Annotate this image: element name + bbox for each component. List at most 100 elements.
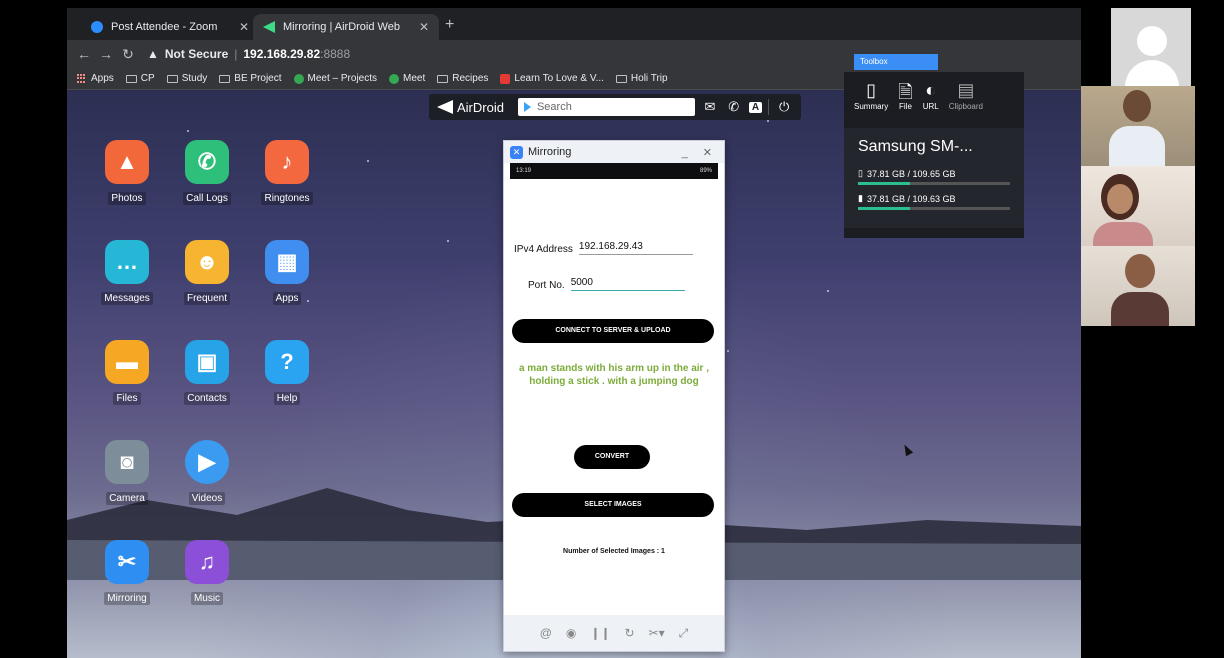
- toolbox-file[interactable]: 🗎 File: [898, 80, 912, 111]
- bookmark-label: Meet: [403, 73, 426, 84]
- close-icon[interactable]: ✕: [239, 20, 249, 34]
- port-field[interactable]: 5000: [570, 277, 685, 291]
- sms-icon[interactable]: ✉: [701, 99, 719, 115]
- app-label: Help: [273, 392, 301, 405]
- bookmark-meet[interactable]: Meet: [389, 73, 425, 84]
- app-frequent[interactable]: ☻ Frequent: [167, 240, 247, 306]
- port-label: Port No.: [528, 280, 565, 291]
- bookmark-label: Holi Trip: [630, 73, 668, 84]
- storage-bar: [858, 207, 1010, 210]
- eye-icon[interactable]: ◉: [566, 626, 576, 640]
- storage-bar-fill: [858, 182, 910, 185]
- url-host: 192.168.29.82: [243, 47, 321, 61]
- toolbar-divider: [768, 99, 770, 115]
- convert-button[interactable]: CONVERT: [574, 445, 650, 469]
- url-field[interactable]: ▲ Not Secure | 192.168.29.82:8888: [147, 47, 350, 61]
- fullscreen-icon[interactable]: ⤢: [679, 626, 689, 641]
- connect-upload-button[interactable]: CONNECT TO SERVER & UPLOAD: [512, 319, 714, 343]
- app-ringtones[interactable]: ♪ Ringtones: [247, 140, 327, 206]
- bookmark-label: Meet – Projects: [307, 73, 378, 84]
- app-label: Contacts: [184, 392, 230, 405]
- bookmark-holi-trip[interactable]: Holi Trip: [615, 73, 668, 84]
- bookmark-learn-to-love[interactable]: Learn To Love & V...: [500, 73, 604, 84]
- select-images-button[interactable]: SELECT IMAGES: [512, 493, 714, 517]
- ipv4-field[interactable]: 192.168.29.43: [578, 241, 693, 255]
- scissors-icon[interactable]: ✂▾: [649, 626, 665, 640]
- file-icon: 🗎: [898, 82, 913, 102]
- mirroring-icon: ✕: [510, 145, 523, 159]
- tab-zoom[interactable]: Post Attendee - Zoom ✕: [81, 14, 259, 40]
- security-label: Not Secure: [164, 47, 229, 61]
- phone-screen: 13:19 89% IPv4 Address 192.168.29.43 Por…: [510, 163, 718, 615]
- forward-button[interactable]: →: [95, 46, 117, 62]
- app-mirroring[interactable]: ✂ Mirroring: [87, 540, 167, 606]
- status-time: 13:19: [516, 168, 532, 174]
- port-row: Port No. 5000: [528, 277, 685, 291]
- toolbox-tab[interactable]: Toolbox: [854, 54, 938, 70]
- app-help[interactable]: ? Help: [247, 340, 327, 406]
- new-tab-button[interactable]: +: [445, 16, 454, 34]
- clipboard-icon: ▤: [957, 80, 975, 100]
- bookmark-label: Study: [181, 73, 208, 84]
- bookmark-cp[interactable]: CP: [125, 73, 155, 84]
- app-files[interactable]: ▬ Files: [87, 340, 167, 406]
- storage-bar-fill: [858, 207, 910, 210]
- contacts-icon: ▣: [185, 340, 229, 384]
- status-bar: 13:19 89%: [510, 163, 718, 179]
- back-button[interactable]: ←: [73, 46, 95, 62]
- reload-button[interactable]: ↻: [117, 46, 139, 63]
- rotate-icon[interactable]: ↻: [625, 626, 635, 640]
- bookmark-study[interactable]: Study: [166, 73, 208, 84]
- app-music[interactable]: ♫ Music: [167, 540, 247, 606]
- participant-avatar-tile: [1111, 8, 1191, 86]
- app-label: Call Logs: [183, 192, 231, 205]
- ipv4-row: IPv4 Address 192.168.29.43: [514, 241, 693, 255]
- toolbox-url[interactable]: ◐ URL: [923, 80, 939, 111]
- search-placeholder: Search: [536, 101, 572, 113]
- storage-bar: [858, 182, 1010, 185]
- app-videos[interactable]: ▶ Videos: [167, 440, 247, 506]
- toolbox-summary[interactable]: ▯ Summary: [854, 80, 888, 111]
- zoom-icon: [91, 21, 103, 33]
- grid-icon: ▦: [265, 240, 309, 284]
- app-contacts[interactable]: ▣ Contacts: [167, 340, 247, 406]
- meet-icon: [389, 73, 400, 84]
- meet-icon: [293, 73, 304, 84]
- phone-icon[interactable]: ✆: [725, 99, 743, 115]
- play-icon: ▶: [185, 440, 229, 484]
- participant-video-1: [1081, 86, 1195, 166]
- bookmark-be-project[interactable]: BE Project: [219, 73, 282, 84]
- app-apps[interactable]: ▦ Apps: [247, 240, 327, 306]
- app-call-logs[interactable]: ✆ Call Logs: [167, 140, 247, 206]
- app-camera[interactable]: ◙ Camera: [87, 440, 167, 506]
- app-photos[interactable]: ▲ Photos: [87, 140, 167, 206]
- bookmark-label: Learn To Love & V...: [514, 73, 604, 84]
- power-icon[interactable]: ⏻: [775, 99, 793, 115]
- folder-icon: [615, 74, 627, 83]
- photos-icon: ▲: [105, 140, 149, 184]
- window-controls[interactable]: _ ✕: [682, 146, 718, 159]
- chat-icon: …: [105, 240, 149, 284]
- font-icon[interactable]: A: [748, 101, 763, 113]
- tab-airdroid[interactable]: Mirroring | AirDroid Web ✕: [253, 14, 439, 40]
- app-label: Music: [190, 592, 224, 605]
- status-battery: 89%: [699, 168, 712, 174]
- bookmark-apps[interactable]: Apps: [77, 73, 114, 84]
- toolbox-item-label: URL: [922, 102, 939, 111]
- bell-icon: ♪: [265, 140, 309, 184]
- music-icon: ♫: [185, 540, 229, 584]
- toolbox-clipboard[interactable]: ▤ Clipboard: [949, 80, 983, 111]
- mirroring-toolbar: @ ◉ ❙❙ ↻ ✂▾ ⤢: [504, 615, 724, 651]
- app-messages[interactable]: … Messages: [87, 240, 167, 306]
- app-label: Camera: [106, 492, 148, 505]
- pause-icon[interactable]: ❙❙: [590, 626, 610, 640]
- toolbox-items: ▯ Summary 🗎 File ◐ URL ▤ Clipboard: [844, 72, 1024, 111]
- bookmark-label: Apps: [91, 73, 114, 84]
- bookmark-recipes[interactable]: Recipes: [437, 73, 488, 84]
- sd-card-icon: ▮: [858, 193, 863, 203]
- warning-icon: ▲: [147, 47, 159, 61]
- search-input[interactable]: Search: [517, 98, 696, 116]
- bookmark-meet-projects[interactable]: Meet – Projects: [293, 73, 378, 84]
- ear-icon[interactable]: @: [540, 626, 552, 640]
- close-icon[interactable]: ✕: [419, 20, 429, 34]
